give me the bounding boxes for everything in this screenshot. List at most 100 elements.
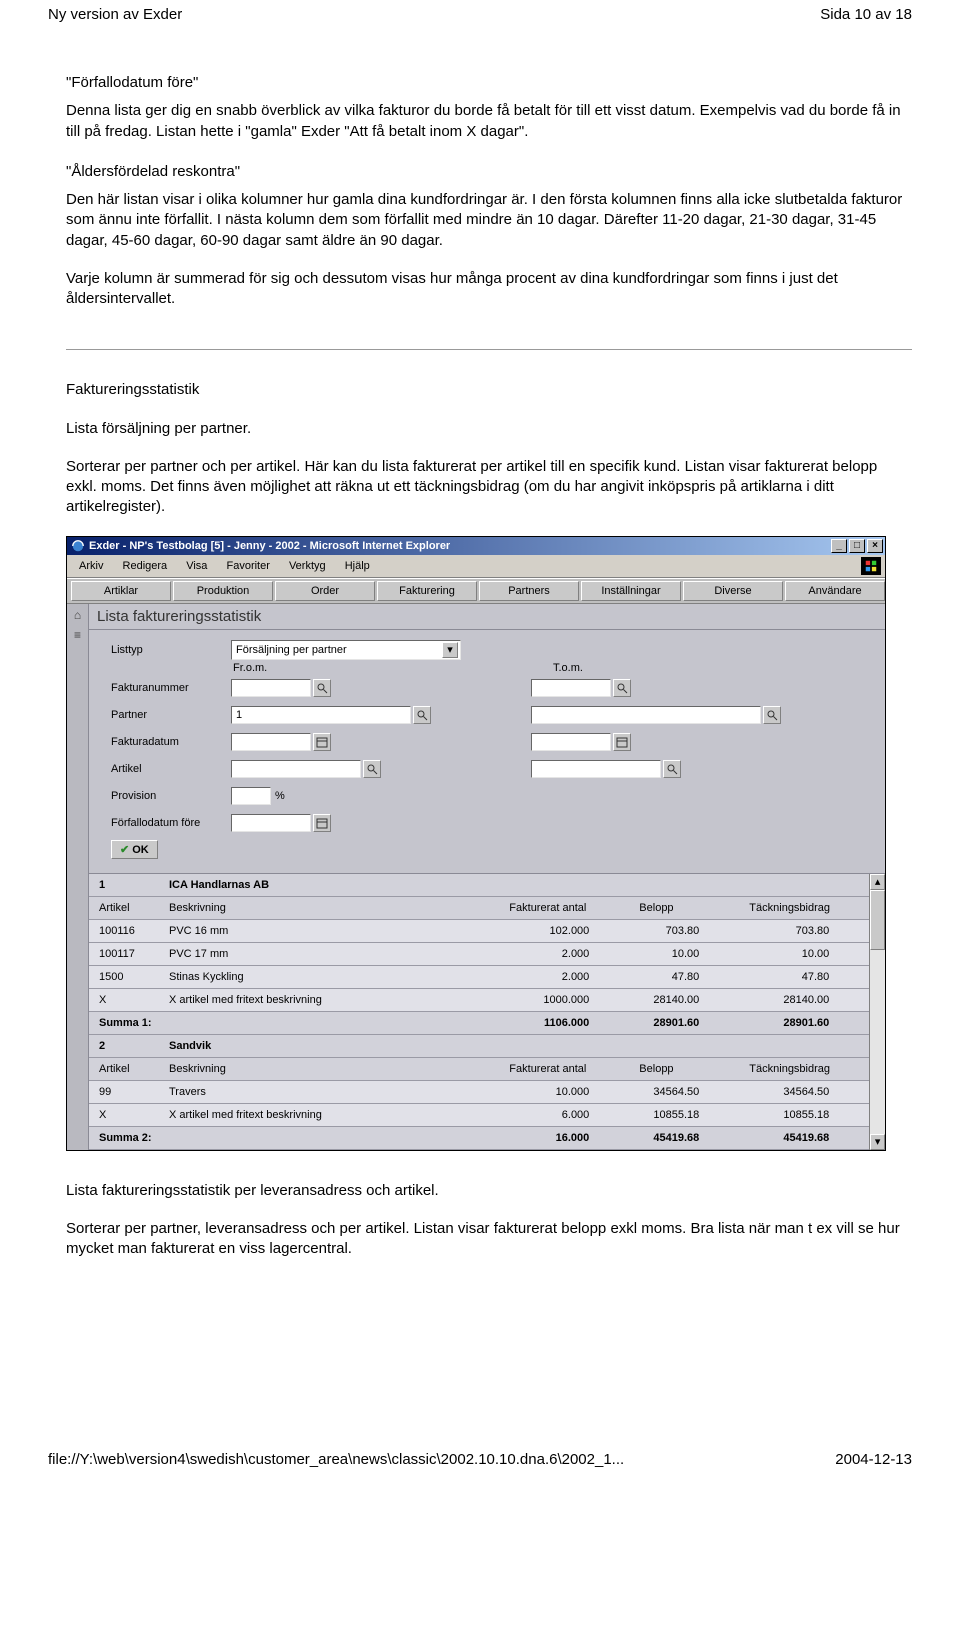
paragraph: Den här listan visar i olika kolumner hu… — [66, 190, 912, 251]
table-row: XX artikel med fritext beskrivning1000.0… — [89, 988, 869, 1011]
search-icon[interactable] — [663, 760, 681, 778]
label-forfallo: Förfallodatum före — [111, 817, 231, 829]
left-sidebar: ⌂ ≡ — [67, 604, 89, 1150]
home-icon[interactable]: ⌂ — [74, 608, 81, 622]
table-row: 100117PVC 17 mm2.00010.0010.00 — [89, 942, 869, 965]
menubar-items: Arkiv Redigera Visa Favoriter Verktyg Hj… — [71, 560, 378, 572]
menu-arkiv[interactable]: Arkiv — [71, 558, 111, 574]
calendar-icon[interactable] — [313, 733, 331, 751]
group-header: 2Sandvik — [89, 1034, 869, 1057]
page-footer: file://Y:\web\version4\swedish\customer_… — [0, 1445, 960, 1478]
paragraph: Sorterar per partner, leveransadress och… — [66, 1219, 912, 1260]
artikel-to-input[interactable] — [531, 760, 661, 778]
listtyp-value: Försäljning per partner — [236, 644, 347, 656]
tab-anvandare[interactable]: Användare — [785, 581, 885, 601]
menu-visa[interactable]: Visa — [178, 558, 215, 574]
maximize-button[interactable]: □ — [849, 539, 865, 553]
menu-favoriter[interactable]: Favoriter — [218, 558, 277, 574]
summary-row: Summa 2:16.00045419.6845419.68 — [89, 1126, 869, 1149]
close-button[interactable]: × — [867, 539, 883, 553]
label-fakturanummer: Fakturanummer — [111, 682, 231, 694]
section-heading: Faktureringsstatistik — [66, 380, 912, 400]
tab-fakturering[interactable]: Fakturering — [377, 581, 477, 601]
footer-path: file://Y:\web\version4\swedish\customer_… — [48, 1451, 624, 1468]
page-header: Ny version av Exder Sida 10 av 18 — [48, 0, 912, 53]
document-page: Ny version av Exder Sida 10 av 18 "Förfa… — [0, 0, 960, 1325]
paragraph: Sorterar per partner och per artikel. Hä… — [66, 457, 912, 518]
divider — [66, 349, 912, 350]
window-buttons: _ □ × — [831, 539, 883, 553]
label-from: Fr.o.m. — [233, 662, 267, 674]
menu-verktyg[interactable]: Verktyg — [281, 558, 334, 574]
artikel-from-input[interactable] — [231, 760, 361, 778]
calendar-icon[interactable] — [613, 733, 631, 751]
fakturanummer-to-input[interactable] — [531, 679, 611, 697]
vertical-scrollbar[interactable]: ▴ ▾ — [869, 874, 885, 1150]
scroll-down-icon[interactable]: ▾ — [870, 1134, 885, 1150]
app-toolbar: Artiklar Produktion Order Fakturering Pa… — [67, 578, 885, 604]
partner-from-input[interactable] — [231, 706, 411, 724]
header-left: Ny version av Exder — [48, 6, 182, 23]
table-row: 1500Stinas Kyckling2.00047.8047.80 — [89, 965, 869, 988]
menu-redigera[interactable]: Redigera — [115, 558, 176, 574]
tab-partners[interactable]: Partners — [479, 581, 579, 601]
search-icon[interactable] — [613, 679, 631, 697]
ie-icon — [71, 539, 85, 553]
chevron-down-icon: ▾ — [442, 642, 458, 658]
tab-artiklar[interactable]: Artiklar — [71, 581, 171, 601]
label-fakturadatum: Fakturadatum — [111, 736, 231, 748]
header-right: Sida 10 av 18 — [820, 6, 912, 23]
listtyp-select[interactable]: Försäljning per partner ▾ — [231, 640, 461, 660]
tab-diverse[interactable]: Diverse — [683, 581, 783, 601]
paragraph: Lista faktureringsstatistik per leverans… — [66, 1181, 912, 1201]
label-partner: Partner — [111, 709, 231, 721]
paragraph: Lista försäljning per partner. — [66, 419, 912, 439]
paragraph: Varje kolumn är summerad för sig och des… — [66, 269, 912, 310]
search-icon[interactable] — [413, 706, 431, 724]
titlebar: Exder - NP's Testbolag [5] - Jenny - 200… — [67, 537, 885, 555]
tab-produktion[interactable]: Produktion — [173, 581, 273, 601]
filter-form: Listtyp Försäljning per partner ▾ Fr.o.m… — [89, 630, 885, 874]
scroll-up-icon[interactable]: ▴ — [870, 874, 885, 890]
list-icon[interactable]: ≡ — [74, 628, 81, 642]
calendar-icon[interactable] — [313, 814, 331, 832]
group-header: 1ICA Handlarnas AB — [89, 874, 869, 897]
window-title: Exder - NP's Testbolag [5] - Jenny - 200… — [89, 540, 450, 552]
menu-hjalp[interactable]: Hjälp — [337, 558, 378, 574]
browser-logo — [861, 557, 881, 575]
section-heading: "Förfallodatum före" — [66, 73, 912, 93]
column-header-row: ArtikelBeskrivningFakturerat antalBelopp… — [89, 896, 869, 919]
search-icon[interactable] — [363, 760, 381, 778]
results-grid-wrap: 1ICA Handlarnas ABArtikelBeskrivningFakt… — [89, 874, 885, 1150]
footer-date: 2004-12-13 — [835, 1451, 912, 1468]
ie-window: Exder - NP's Testbolag [5] - Jenny - 200… — [66, 536, 886, 1151]
scroll-track[interactable] — [870, 890, 885, 1134]
tab-installningar[interactable]: Inställningar — [581, 581, 681, 601]
table-row: 100116PVC 16 mm102.000703.80703.80 — [89, 919, 869, 942]
scroll-thumb[interactable] — [870, 890, 885, 950]
search-icon[interactable] — [313, 679, 331, 697]
ok-label: OK — [132, 844, 149, 856]
provision-input[interactable] — [231, 787, 271, 805]
table-row: XX artikel med fritext beskrivning6.0001… — [89, 1103, 869, 1126]
main-area: Lista faktureringsstatistik Listtyp Förs… — [89, 604, 885, 1150]
app-page-title: Lista faktureringsstatistik — [89, 604, 885, 630]
fakturadatum-to-input[interactable] — [531, 733, 611, 751]
column-header-row: ArtikelBeskrivningFakturerat antalBelopp… — [89, 1057, 869, 1080]
app-body: ⌂ ≡ Lista faktureringsstatistik Listtyp … — [67, 604, 885, 1150]
partner-to-input[interactable] — [531, 706, 761, 724]
label-listtyp: Listtyp — [111, 644, 231, 656]
paragraph: Denna lista ger dig en snabb överblick a… — [66, 101, 912, 142]
fakturadatum-from-input[interactable] — [231, 733, 311, 751]
search-icon[interactable] — [763, 706, 781, 724]
forfallo-input[interactable] — [231, 814, 311, 832]
ok-button[interactable]: ✔ OK — [111, 840, 158, 859]
menubar: Arkiv Redigera Visa Favoriter Verktyg Hj… — [67, 555, 885, 578]
summary-row: Summa 1:1106.00028901.6028901.60 — [89, 1011, 869, 1034]
document-body: "Förfallodatum före" Denna lista ger dig… — [48, 73, 912, 1259]
minimize-button[interactable]: _ — [831, 539, 847, 553]
fakturanummer-from-input[interactable] — [231, 679, 311, 697]
tab-order[interactable]: Order — [275, 581, 375, 601]
check-icon: ✔ — [120, 843, 129, 856]
label-provision: Provision — [111, 790, 231, 802]
